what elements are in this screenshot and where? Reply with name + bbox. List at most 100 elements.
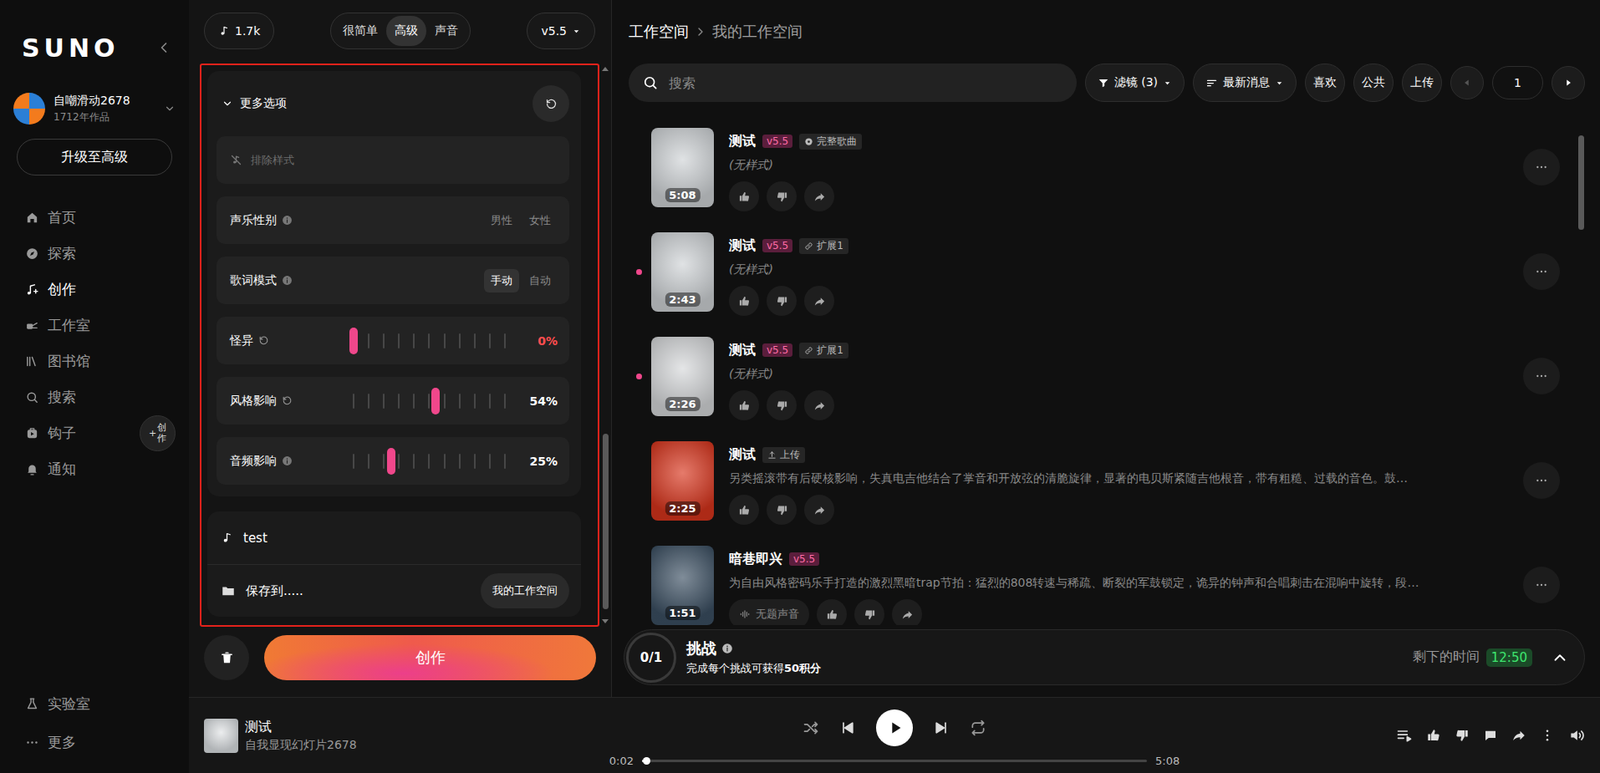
slider-track[interactable]: [349, 387, 510, 415]
toolbar-button[interactable]: 上传: [1401, 63, 1443, 102]
song-row[interactable]: 2:26测试v5.5扩展1(无样式): [628, 329, 1579, 434]
nav-item[interactable]: 更多: [13, 723, 176, 762]
shuffle-icon[interactable]: [802, 719, 820, 737]
more-button[interactable]: [1523, 357, 1560, 395]
nav-item[interactable]: 工作室: [13, 307, 176, 344]
song-title[interactable]: 暗巷即兴: [728, 550, 783, 569]
scroll-thumb[interactable]: [1578, 135, 1585, 230]
user-menu[interactable]: 自嘲滑动26781712年作品: [13, 88, 176, 129]
previous-icon[interactable]: [839, 719, 857, 737]
share-icon[interactable]: [1511, 728, 1527, 744]
song-cover[interactable]: 5:08: [651, 127, 714, 208]
mode-tab[interactable]: 高级: [386, 15, 427, 46]
song-title[interactable]: 测试: [728, 341, 756, 360]
more-icon[interactable]: [1539, 728, 1555, 744]
mode-tab[interactable]: 很简单: [334, 15, 387, 46]
breadcrumb-item[interactable]: 工作空间: [628, 21, 689, 42]
song-cover[interactable]: 2:25: [651, 441, 714, 521]
dislike-button[interactable]: [766, 390, 797, 421]
toolbar-button[interactable]: 公共: [1353, 63, 1394, 102]
more-button[interactable]: [1523, 148, 1560, 186]
dislike-button[interactable]: [766, 181, 797, 212]
slider-thumb[interactable]: [431, 387, 440, 415]
trash-button[interactable]: [203, 635, 250, 681]
progress-knob[interactable]: [642, 757, 651, 765]
song-cover[interactable]: 1:51: [651, 545, 714, 626]
save-target-button[interactable]: 我的工作空间: [480, 573, 570, 609]
reset-button[interactable]: [532, 85, 570, 123]
song-title[interactable]: 测试: [728, 446, 756, 464]
nav-item[interactable]: 图书馆: [13, 343, 176, 380]
song-row[interactable]: 5:08测试v5.5完整歌曲(无样式): [628, 120, 1579, 225]
dislike-button[interactable]: [766, 285, 797, 316]
nav-item[interactable]: 首页: [13, 199, 176, 236]
thumbs-up-icon[interactable]: [1426, 728, 1442, 744]
toolbar-button[interactable]: 喜欢: [1304, 63, 1346, 102]
create-button[interactable]: 创作: [264, 635, 597, 681]
dislike-button[interactable]: [766, 494, 797, 525]
hook-create-button[interactable]: +创作: [139, 415, 176, 452]
reset-icon[interactable]: [281, 395, 293, 407]
nav-item[interactable]: 实验室: [13, 684, 176, 724]
track-title[interactable]: 测试: [244, 718, 357, 737]
song-title[interactable]: 测试: [728, 237, 756, 255]
like-button[interactable]: [816, 599, 847, 626]
voice-button[interactable]: 无题声音: [728, 599, 810, 626]
song-row[interactable]: 2:43测试v5.5扩展1(无样式): [628, 224, 1579, 330]
play-button[interactable]: [876, 709, 913, 747]
logo[interactable]: SUNO: [21, 34, 120, 62]
share-button[interactable]: [804, 285, 835, 316]
queue-icon[interactable]: [1396, 727, 1413, 744]
track-artist[interactable]: 自我显现幻灯片2678: [244, 738, 357, 754]
song-title-row[interactable]: test: [207, 511, 581, 565]
nav-item[interactable]: 探索: [13, 235, 176, 272]
option[interactable]: 女性: [522, 208, 558, 233]
next-icon[interactable]: [932, 719, 950, 737]
chevron-up-icon[interactable]: [1550, 648, 1570, 668]
scroll-thumb[interactable]: [602, 433, 609, 610]
thumbs-down-icon[interactable]: [1454, 728, 1470, 744]
more-button[interactable]: [1523, 462, 1560, 500]
search-input[interactable]: [667, 74, 1064, 92]
nav-item[interactable]: 钩子+创作: [13, 415, 176, 452]
share-button[interactable]: [804, 390, 835, 421]
more-button[interactable]: [1523, 253, 1560, 291]
like-button[interactable]: [728, 285, 760, 316]
volume-icon[interactable]: [1568, 727, 1585, 744]
song-cover[interactable]: 2:43: [651, 232, 714, 312]
like-button[interactable]: [728, 494, 760, 525]
prev-page-icon[interactable]: [1450, 66, 1484, 100]
nav-item[interactable]: 创作: [13, 271, 176, 308]
share-button[interactable]: [891, 599, 923, 626]
repeat-icon[interactable]: [969, 719, 987, 737]
collapse-chevron-icon[interactable]: [155, 39, 173, 57]
exclude-styles-field[interactable]: [216, 136, 570, 184]
now-playing-cover[interactable]: [203, 718, 239, 754]
sort-button[interactable]: 最新消息: [1192, 63, 1297, 102]
version-select[interactable]: v5.5: [526, 12, 596, 50]
more-button[interactable]: [1523, 566, 1560, 604]
more-options-header[interactable]: 更多选项: [216, 71, 570, 137]
credits-pill[interactable]: 1.7k: [203, 12, 275, 50]
exclude-styles-input[interactable]: [249, 152, 558, 168]
like-button[interactable]: [728, 181, 760, 212]
challenge-bar[interactable]: 0/1挑战完成每个挑战可获得50积分剩下的时间12:50: [623, 629, 1585, 686]
song-row[interactable]: 2:25测试上传另类摇滚带有后硬核影响，失真电吉他结合了掌音和开放弦的清脆旋律，…: [628, 433, 1579, 539]
option[interactable]: 手动: [484, 269, 520, 293]
nav-item[interactable]: 通知: [13, 451, 176, 488]
filter-button[interactable]: 滤镜 (3): [1085, 63, 1185, 102]
slider-thumb[interactable]: [349, 327, 358, 355]
option[interactable]: 男性: [484, 208, 520, 233]
option[interactable]: 自动: [522, 269, 558, 293]
next-page-icon[interactable]: [1551, 66, 1585, 100]
share-button[interactable]: [804, 181, 835, 212]
like-button[interactable]: [728, 390, 760, 421]
comment-icon[interactable]: [1482, 728, 1499, 744]
upgrade-button[interactable]: 升级至高级: [16, 138, 173, 176]
song-row[interactable]: 1:51暗巷即兴v5.5为自由风格密码乐手打造的激烈黑暗trap节拍：猛烈的80…: [628, 538, 1579, 626]
slider-track[interactable]: [349, 448, 510, 475]
nav-item[interactable]: 搜索: [13, 379, 176, 416]
mode-tab[interactable]: 声音: [426, 15, 467, 46]
reset-icon[interactable]: [258, 335, 270, 347]
progress-track[interactable]: [642, 759, 1147, 763]
